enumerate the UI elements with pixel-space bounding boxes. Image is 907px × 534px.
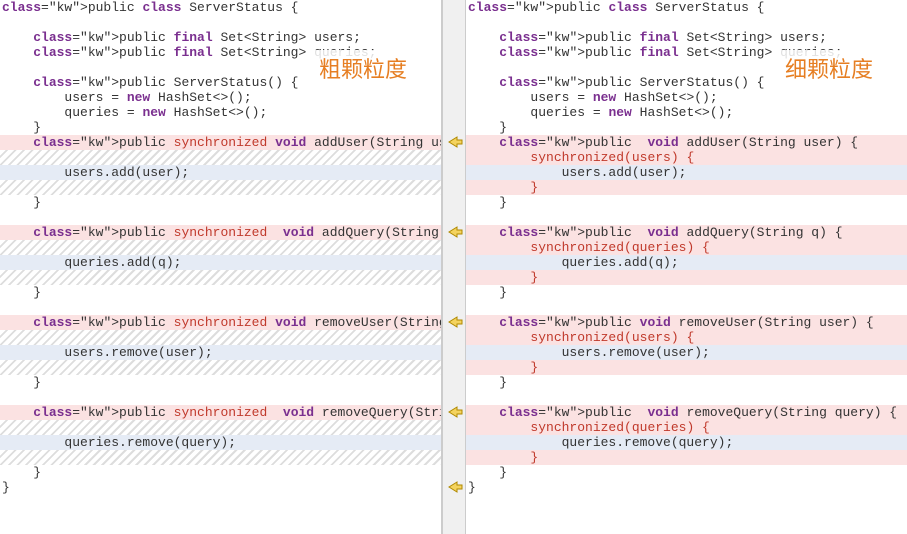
code-line [0,360,441,375]
code-line: } [0,120,441,135]
code-line: } [0,285,441,300]
code-line: } [466,360,907,375]
code-line: } [0,195,441,210]
code-line: class="kw">public final Set<String> user… [0,30,441,45]
code-line: } [466,270,907,285]
code-line: } [466,480,907,495]
code-line: } [0,480,441,495]
code-line: } [0,465,441,480]
code-line [466,390,907,405]
code-line: class="kw">public class ServerStatus { [466,0,907,15]
code-line: users.add(user); [466,165,907,180]
code-line: } [466,120,907,135]
code-line: queries.remove(query); [466,435,907,450]
code-line: synchronized(queries) { [466,420,907,435]
code-line [466,300,907,315]
code-line: users.add(user); [0,165,441,180]
code-line: class="kw">public synchronized void remo… [0,405,441,420]
code-line [0,300,441,315]
right-annotation: 细颗粒度 [781,50,877,86]
code-line: users = new HashSet<>(); [466,90,907,105]
left-annotation: 粗颗粒度 [315,50,411,86]
code-line [0,210,441,225]
diff-marker-icon[interactable] [446,315,464,329]
code-line: queries.add(q); [0,255,441,270]
code-line: synchronized(queries) { [466,240,907,255]
diff-marker-icon[interactable] [446,135,464,149]
code-line [466,210,907,225]
code-line: } [466,450,907,465]
code-line [0,180,441,195]
code-line: class="kw">public synchronized void addQ… [0,225,441,240]
code-line: class="kw">public void addQuery(String q… [466,225,907,240]
left-code-pane[interactable]: class="kw">public class ServerStatus { c… [0,0,442,534]
code-line [0,330,441,345]
code-line: synchronized(users) { [466,150,907,165]
code-line: users.remove(user); [466,345,907,360]
code-line [0,150,441,165]
code-line: } [0,375,441,390]
code-line: users = new HashSet<>(); [0,90,441,105]
diff-marker-icon[interactable] [446,405,464,419]
diff-gutter [442,0,466,534]
code-line [0,15,441,30]
code-line: class="kw">public synchronized void remo… [0,315,441,330]
code-line: } [466,465,907,480]
code-line [0,240,441,255]
diff-marker-icon[interactable] [446,480,464,494]
diff-marker-icon[interactable] [446,225,464,239]
code-line [0,450,441,465]
code-line [0,390,441,405]
code-line [466,15,907,30]
code-line: class="kw">public synchronized void addU… [0,135,441,150]
code-line: class="kw">public class ServerStatus { [0,0,441,15]
code-line: queries.remove(query); [0,435,441,450]
code-line: users.remove(user); [0,345,441,360]
code-line [0,270,441,285]
code-line: queries.add(q); [466,255,907,270]
code-line: class="kw">public void removeQuery(Strin… [466,405,907,420]
code-line: synchronized(users) { [466,330,907,345]
code-line: } [466,375,907,390]
right-code-pane[interactable]: class="kw">public class ServerStatus { c… [466,0,907,534]
code-line: queries = new HashSet<>(); [466,105,907,120]
code-line [0,420,441,435]
code-line: } [466,285,907,300]
code-line: queries = new HashSet<>(); [0,105,441,120]
code-line: class="kw">public final Set<String> user… [466,30,907,45]
code-line: } [466,180,907,195]
code-line: class="kw">public void removeUser(String… [466,315,907,330]
code-line: } [466,195,907,210]
code-line: class="kw">public void addUser(String us… [466,135,907,150]
